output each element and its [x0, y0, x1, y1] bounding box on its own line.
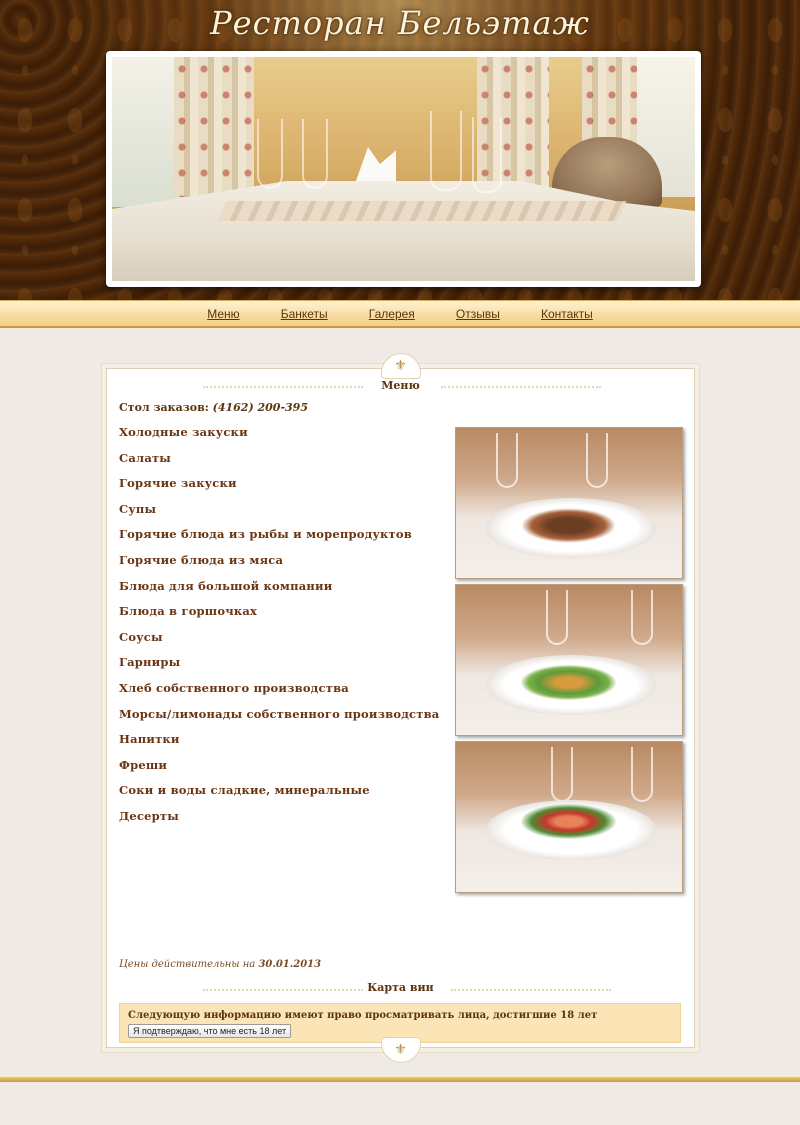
main-nav: Меню Банкеты Галерея Отзывы Контакты [0, 300, 800, 328]
photo-wine-glass [586, 433, 608, 488]
phone-number[interactable]: (4162) 200-395 [213, 401, 308, 414]
photo-wine-glass [546, 590, 568, 645]
prices-valid-note: Цены действительны на 30.01.2013 [119, 959, 321, 970]
order-phone: Стол заказов: (4162) 200-395 [119, 401, 308, 414]
photo-food [521, 665, 616, 700]
hero-curtain [174, 57, 254, 197]
menu-category-item[interactable]: Десерты [119, 809, 439, 835]
fleur-de-lis-icon: ⚜ [380, 1037, 421, 1063]
dish-photo[interactable] [455, 427, 683, 579]
photo-food [521, 804, 616, 839]
section-title-menu: Меню [381, 379, 420, 392]
photo-wine-glass [631, 590, 653, 645]
menu-category-item[interactable]: Напитки [119, 732, 439, 758]
nav-link-contacts[interactable]: Контакты [541, 301, 593, 327]
hero-wine-glass [302, 119, 328, 189]
phone-label: Стол заказов: [119, 401, 209, 414]
menu-category-item[interactable]: Горячие закуски [119, 476, 439, 502]
menu-category-item[interactable]: Салаты [119, 451, 439, 477]
menu-category-item[interactable]: Блюда для большой компании [119, 579, 439, 605]
age-notice-text: Следующую информацию имеют право просмат… [128, 1010, 598, 1021]
hero-restaurant-photo [112, 57, 695, 281]
menu-category-item[interactable]: Соки и воды сладкие, минеральные [119, 783, 439, 809]
menu-category-list: Холодные закуски Салаты Горячие закуски … [119, 425, 439, 835]
nav-link-reviews[interactable]: Отзывы [456, 301, 500, 327]
dish-photo[interactable] [455, 584, 683, 736]
content-panel: ⚜ Меню Стол заказов: (4162) 200-395 Холо… [106, 353, 695, 1063]
fleur-de-lis-icon: ⚜ [380, 353, 421, 379]
menu-category-item[interactable]: Горячие блюда из мяса [119, 553, 439, 579]
photo-wine-glass [631, 747, 653, 802]
menu-category-item[interactable]: Горячие блюда из рыбы и морепродуктов [119, 527, 439, 553]
menu-category-item[interactable]: Хлеб собственного производства [119, 681, 439, 707]
hero-wine-glass [472, 117, 502, 193]
dish-photo[interactable] [455, 741, 683, 893]
hero-napkin [356, 147, 396, 181]
footer [0, 1082, 800, 1125]
nav-link-gallery[interactable]: Галерея [369, 301, 415, 327]
photo-wine-glass [551, 747, 573, 802]
prices-valid-label: Цены действительны на [119, 959, 256, 970]
menu-category-item[interactable]: Гарниры [119, 655, 439, 681]
menu-category-item[interactable]: Холодные закуски [119, 425, 439, 451]
photo-food [521, 508, 616, 543]
nav-link-banquets[interactable]: Банкеты [281, 301, 328, 327]
nav-link-menu[interactable]: Меню [207, 301, 239, 327]
hero-wine-glass [430, 111, 462, 191]
hero-wine-glass [257, 119, 283, 189]
confirm-age-button[interactable]: Я подтверждаю, что мне есть 18 лет [128, 1024, 292, 1038]
header-banner: Ресторан Бельэтаж [0, 0, 800, 300]
dish-photo-column [455, 427, 683, 898]
site-logo[interactable]: Ресторан Бельэтаж [0, 4, 800, 42]
hero-image-frame [106, 51, 701, 287]
menu-category-item[interactable]: Блюда в горшочках [119, 604, 439, 630]
hero-table-runner [217, 201, 627, 221]
menu-category-item[interactable]: Соусы [119, 630, 439, 656]
section-title-wine: Карта вин [367, 981, 434, 994]
photo-wine-glass [496, 433, 518, 488]
menu-category-item[interactable]: Супы [119, 502, 439, 528]
prices-valid-date: 30.01.2013 [258, 959, 322, 970]
menu-category-item[interactable]: Фреши [119, 758, 439, 784]
menu-category-item[interactable]: Морсы/лимонады собственного производства [119, 707, 439, 733]
